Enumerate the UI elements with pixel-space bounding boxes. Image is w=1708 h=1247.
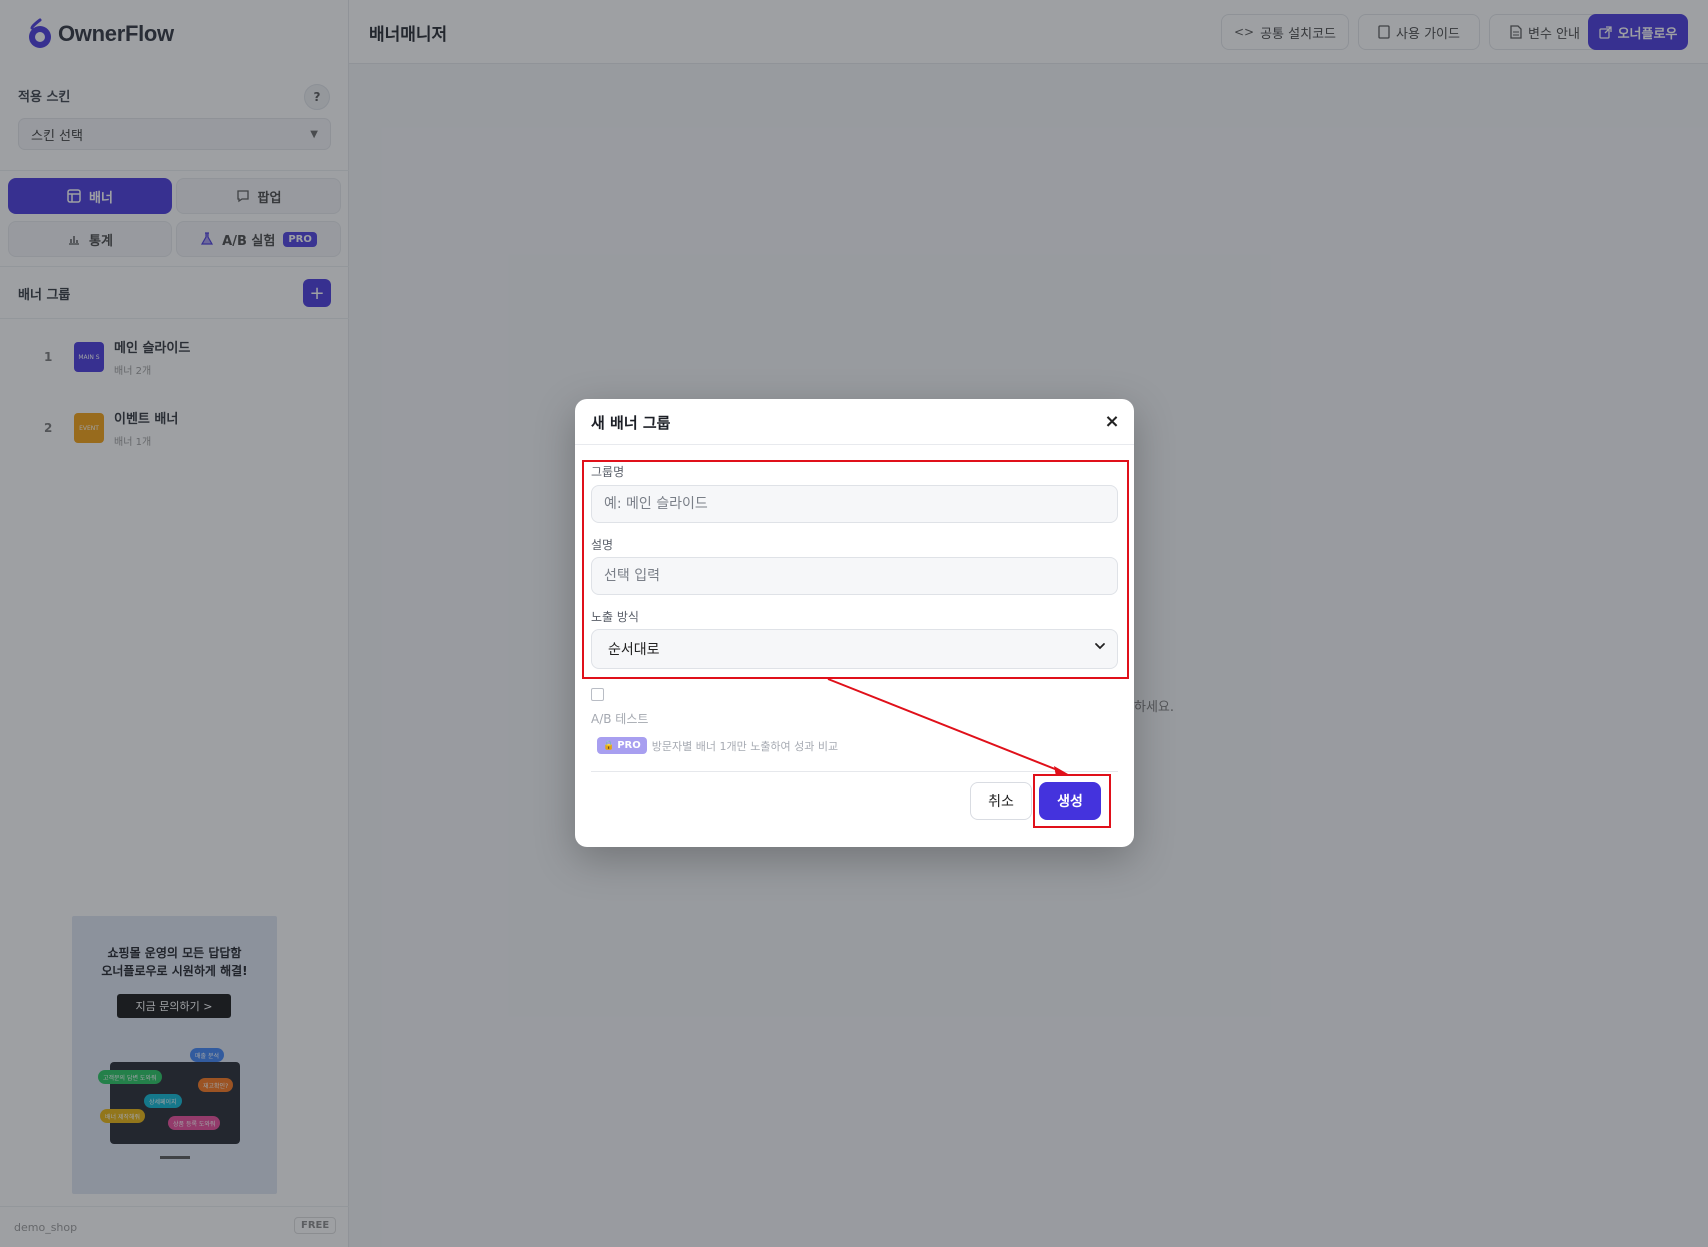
- dialog-title: 새 배너 그룹: [591, 414, 671, 432]
- pro-badge-label: PRO: [617, 740, 641, 751]
- annotation-create-highlight: [1033, 774, 1111, 828]
- ab-test-label: A/B 테스트: [591, 712, 649, 726]
- pro-badge: 🔒 PRO: [597, 737, 647, 754]
- cancel-button[interactable]: 취소: [970, 782, 1032, 820]
- ab-test-checkbox[interactable]: [591, 688, 604, 701]
- dialog-divider: [591, 771, 1118, 772]
- ab-test-description: 방문자별 배너 1개만 노출하여 성과 비교: [651, 739, 839, 753]
- annotation-form-highlight: [582, 460, 1129, 679]
- close-icon[interactable]: ×: [1102, 411, 1122, 432]
- ab-test-pro-row: 🔒 PRO 방문자별 배너 1개만 노출하여 성과 비교: [597, 737, 838, 754]
- lock-icon: 🔒: [603, 740, 615, 751]
- dialog-header: 새 배너 그룹 ×: [575, 399, 1134, 445]
